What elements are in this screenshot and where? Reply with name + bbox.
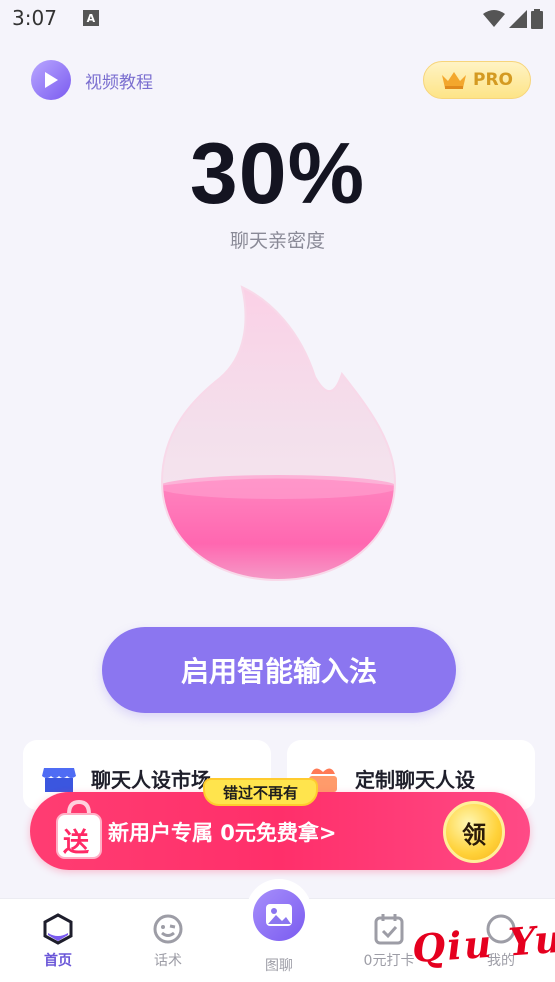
- enable-smart-ime-button[interactable]: 启用智能输入法: [102, 627, 456, 713]
- play-icon: [31, 60, 71, 100]
- claim-button[interactable]: 领: [443, 801, 505, 863]
- tab-image-chat-label: 图聊: [265, 958, 293, 974]
- crown-icon: [441, 72, 466, 89]
- custom-persona-label: 定制聊天人设: [355, 768, 475, 792]
- tab-scripts-label: 话术: [154, 953, 182, 969]
- home-icon: [43, 913, 73, 945]
- intimacy-label: 聊天亲密度: [229, 230, 325, 252]
- wifi-icon: [483, 10, 505, 27]
- promo-tag: 错过不再有: [203, 778, 319, 806]
- image-icon: [266, 904, 292, 926]
- video-tutorial-label: 视频教程: [85, 72, 153, 93]
- chat-face-icon: [153, 914, 183, 944]
- gift-badge-text: 送: [63, 828, 90, 858]
- calendar-check-icon: [374, 914, 404, 945]
- pro-button[interactable]: PRO: [423, 61, 531, 99]
- tab-image-chat[interactable]: [253, 889, 305, 941]
- signal-icon: [509, 10, 527, 28]
- promo-text: 新用户专属 0元免费拿>: [108, 821, 337, 845]
- pro-label: PRO: [472, 70, 513, 90]
- tab-home-label: 首页: [44, 953, 72, 969]
- gift-bag-icon: 送: [49, 799, 109, 862]
- tab-scripts[interactable]: 话术: [128, 913, 208, 970]
- status-bar: 3:07 A: [0, 0, 555, 36]
- intimacy-percent: 30%: [189, 126, 366, 222]
- persona-market-label: 聊天人设市场: [91, 768, 211, 792]
- notification-a-icon: A: [82, 10, 99, 26]
- status-icons: [483, 9, 543, 29]
- video-tutorial-link[interactable]: 视频教程: [31, 60, 153, 100]
- tab-home[interactable]: 首页: [18, 913, 98, 970]
- battery-icon: [531, 9, 543, 29]
- status-time: 3:07: [12, 6, 57, 30]
- shop-icon: [42, 768, 76, 792]
- tab-checkin-label: 0元打卡: [363, 953, 415, 969]
- intimacy-flame: [150, 282, 405, 587]
